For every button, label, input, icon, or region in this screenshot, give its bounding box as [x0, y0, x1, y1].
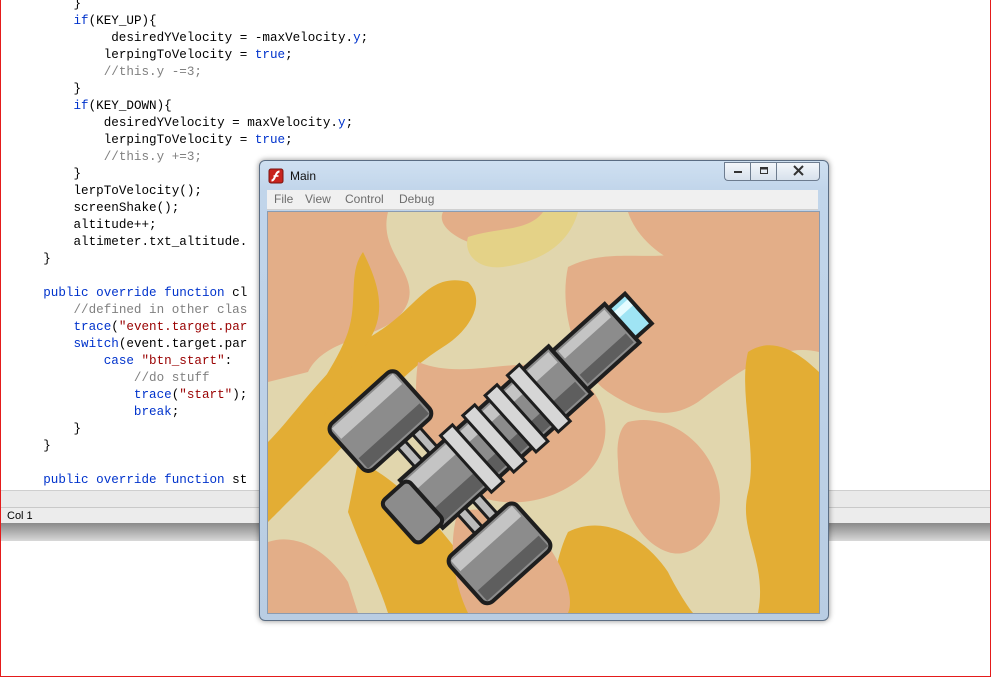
minimize-icon [733, 166, 743, 177]
code-line: } [73, 167, 82, 181]
code-line: public override function cl [43, 286, 248, 300]
code-line: //defined in other clas [73, 303, 248, 317]
code-line: //this.y -=3; [103, 65, 202, 79]
code-line: trace("start"); [133, 388, 248, 402]
menu-file[interactable]: File [274, 192, 293, 206]
menu-debug[interactable]: Debug [399, 192, 434, 206]
close-icon [792, 164, 804, 179]
code-line: altitude++; [73, 218, 157, 232]
code-line: lerpToVelocity(); [73, 184, 202, 198]
flash-player-window[interactable]: Main File View Control Debug [259, 160, 829, 621]
code-line: public override function st [43, 473, 248, 487]
code-line: lerpingToVelocity = true; [103, 133, 293, 147]
code-line: switch(event.target.par [73, 337, 248, 351]
code-line: lerpingToVelocity = true; [103, 48, 293, 62]
menu-control[interactable]: Control [345, 192, 384, 206]
code-line: case "btn_start": [103, 354, 233, 368]
code-line: if(KEY_UP){ [73, 14, 157, 28]
menu-view[interactable]: View [305, 192, 331, 206]
code-line: desiredYVelocity = -maxVelocity.y; [111, 31, 369, 45]
flash-player-icon [268, 168, 284, 184]
code-line: altimeter.txt_altitude. [73, 235, 248, 249]
game-stage[interactable] [267, 211, 820, 614]
code-line: } [73, 0, 82, 11]
code-line: screenShake(); [73, 201, 180, 215]
player-menubar: File View Control Debug [267, 190, 818, 210]
code-line: desiredYVelocity = maxVelocity.y; [103, 116, 354, 130]
status-column: Col 1 [7, 510, 33, 522]
code-line: break; [133, 405, 180, 419]
game-scene [268, 212, 819, 613]
window-title: Main [290, 169, 317, 183]
code-line: } [43, 252, 51, 266]
code-line: } [43, 439, 51, 453]
restore-icon [759, 166, 769, 178]
code-line: } [73, 422, 82, 436]
restore-button[interactable] [750, 162, 777, 181]
minimize-button[interactable] [724, 162, 750, 181]
close-button[interactable] [777, 162, 820, 181]
code-line: //this.y +=3; [103, 150, 202, 164]
code-line: } [73, 82, 82, 96]
code-line: if(KEY_DOWN){ [73, 99, 172, 113]
code-line: trace("event.target.par [73, 320, 248, 334]
code-line: //do stuff [133, 371, 210, 385]
